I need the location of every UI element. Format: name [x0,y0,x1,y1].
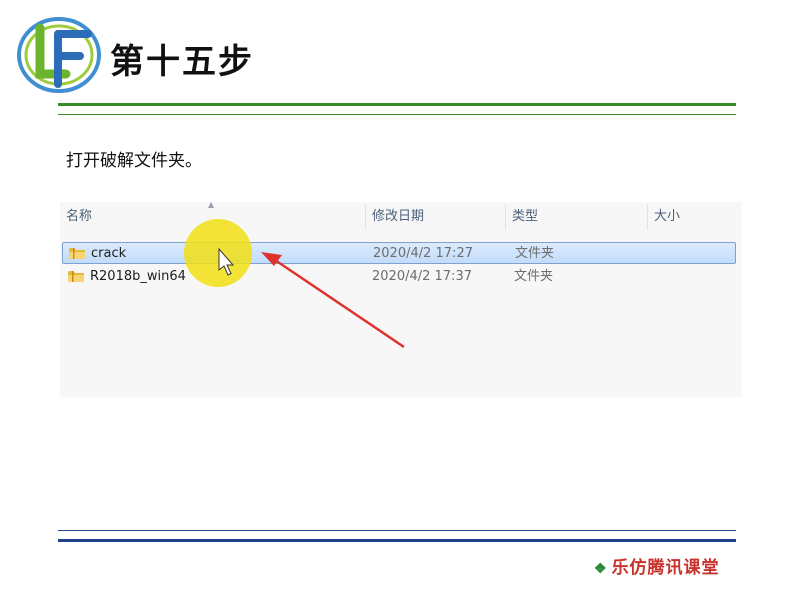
header-rule-thin [58,114,736,115]
footer-rule-thin [58,530,736,531]
file-name: R2018b_win64 [90,269,186,284]
folder-icon [68,271,84,282]
column-header-type[interactable]: 类型 [512,202,538,232]
slide-title: 第十五步 [110,42,254,82]
column-separator[interactable] [647,204,648,230]
footer-brand: ❖ 乐仿腾讯课堂 [594,553,720,578]
file-name: crack [91,246,127,261]
file-modified: 2020/4/2 17:37 [372,269,472,284]
column-separator[interactable] [505,204,506,230]
diamond-cluster-icon: ❖ [594,561,608,577]
column-header-name[interactable]: 名称 [66,202,92,232]
folder-icon [69,248,85,259]
column-header-modified[interactable]: 修改日期 [372,202,424,232]
file-type: 文件夹 [515,246,555,261]
file-row-crack[interactable]: crack 2020/4/2 17:27 文件夹 [62,242,736,264]
sort-ascending-icon[interactable]: ▲ [208,200,214,209]
file-type: 文件夹 [514,269,554,284]
lf-logo [17,17,101,93]
column-header-size[interactable]: 大小 [654,202,680,232]
header-rule [58,103,736,106]
file-modified: 2020/4/2 17:27 [373,246,473,261]
footer-text: 乐仿腾讯课堂 [611,558,720,578]
file-row-r2018b-win64[interactable]: R2018b_win64 2020/4/2 17:37 文件夹 [62,266,736,288]
instruction-text: 打开破解文件夹。 [66,151,202,171]
file-explorer-list: ▲ 名称 修改日期 类型 大小 crack 2020/4/2 17:27 文件夹… [60,200,742,397]
footer-rule [58,539,736,542]
slide: 第十五步 打开破解文件夹。 ▲ 名称 修改日期 类型 大小 crack 2020… [0,0,800,600]
column-separator[interactable] [365,204,366,230]
